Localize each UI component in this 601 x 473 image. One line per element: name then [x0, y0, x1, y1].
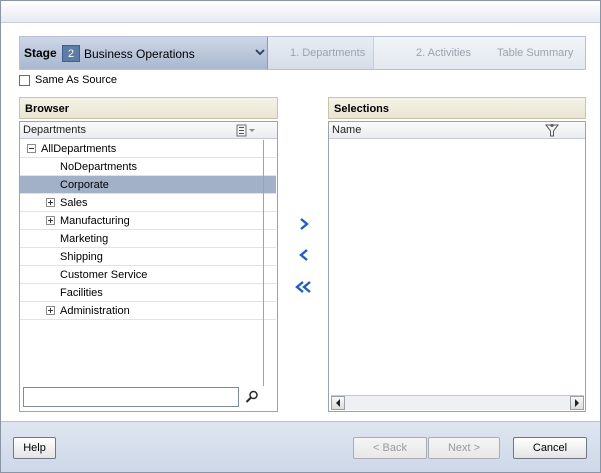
stage-number-badge: 2	[62, 45, 80, 62]
collapse-minus-icon[interactable]	[27, 144, 36, 153]
column-options-icon[interactable]	[236, 124, 258, 137]
search-icon[interactable]	[245, 390, 259, 404]
move-right-icon[interactable]	[297, 217, 311, 231]
same-as-source-checkbox[interactable]	[19, 75, 30, 86]
selections-panel: Name	[328, 121, 586, 412]
name-column-label: Name	[332, 124, 362, 136]
tree-item[interactable]: Manufacturing	[20, 212, 276, 230]
stage-label: Stage	[24, 46, 57, 60]
window-top-band	[1, 1, 600, 23]
tree-item[interactable]: Marketing	[20, 230, 276, 248]
search-input[interactable]	[23, 387, 239, 407]
back-button[interactable]: < Back	[353, 437, 427, 459]
caret-left-icon	[336, 399, 340, 407]
move-all-left-icon[interactable]	[294, 280, 314, 294]
tree-item-label: NoDepartments	[60, 161, 138, 173]
cancel-button[interactable]: Cancel	[513, 437, 587, 459]
tree-item-label: Corporate	[60, 179, 109, 191]
tree-item[interactable]: Sales	[20, 194, 276, 212]
tree-item-label: Sales	[60, 197, 88, 209]
tree-item-label: Marketing	[60, 233, 109, 245]
stage-selector[interactable]: Stage 2 Business Operations	[20, 37, 268, 69]
selections-horizontal-scrollbar[interactable]	[331, 395, 584, 410]
expand-plus-icon[interactable]	[46, 198, 55, 207]
tree-item-label: Facilities	[60, 287, 103, 299]
wizard-footer: Help < Back Next > Cancel	[1, 421, 600, 472]
caret-right-icon	[575, 399, 579, 407]
scroll-left-button[interactable]	[331, 396, 345, 410]
scroll-right-button[interactable]	[570, 396, 584, 410]
tree-item-label: Shipping	[60, 251, 103, 263]
tree-item[interactable]: Administration	[20, 302, 276, 320]
help-button[interactable]: Help	[13, 437, 56, 459]
departments-column-header[interactable]: Departments	[20, 122, 277, 139]
tree-item-label: Administration	[60, 305, 130, 317]
next-button[interactable]: Next >	[428, 437, 500, 459]
departments-column-label: Departments	[23, 124, 86, 136]
tree-item[interactable]: Shipping	[20, 248, 276, 266]
same-as-source-label: Same As Source	[35, 74, 117, 86]
name-column-header[interactable]: Name	[329, 122, 585, 139]
expand-plus-icon[interactable]	[46, 306, 55, 315]
tree-item[interactable]: NoDepartments	[20, 158, 276, 176]
tree-item-label: Manufacturing	[60, 215, 130, 227]
tree-item[interactable]: Corporate	[20, 176, 276, 194]
stage-name: Business Operations	[84, 47, 195, 61]
step-activities[interactable]: 2. Activities	[416, 47, 471, 59]
browser-panel: Departments AllDepartments NoDepartments C…	[19, 121, 278, 412]
expand-plus-icon[interactable]	[46, 216, 55, 225]
wizard-window: Stage 2 Business Operations 1. Departmen…	[0, 0, 601, 473]
chevron-down-icon[interactable]	[255, 46, 265, 58]
tree-item[interactable]: Customer Service	[20, 266, 276, 284]
move-left-icon[interactable]	[297, 248, 311, 262]
filter-icon[interactable]	[545, 123, 559, 138]
step-departments[interactable]: 1. Departments	[290, 47, 365, 59]
stage-bar: Stage 2 Business Operations 1. Departmen…	[19, 36, 586, 70]
tree-item-label: Customer Service	[60, 269, 148, 281]
step-table-summary[interactable]: Table Summary	[497, 47, 573, 59]
tree-item[interactable]: AllDepartments	[20, 140, 276, 158]
tree-item[interactable]: Facilities	[20, 284, 276, 302]
tree-scroll-divider	[263, 140, 264, 386]
browser-header: Browser	[19, 97, 278, 119]
tree-item-label: AllDepartments	[41, 143, 117, 155]
selections-header: Selections	[328, 97, 586, 119]
